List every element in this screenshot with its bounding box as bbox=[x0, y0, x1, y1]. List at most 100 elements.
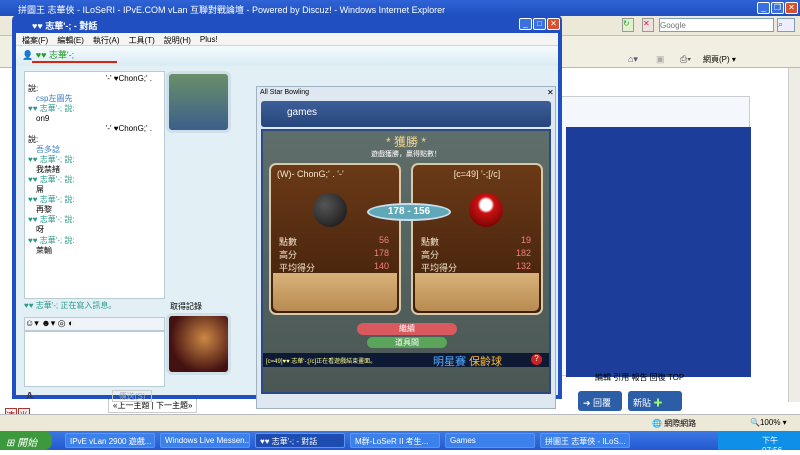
chat-message: on9 bbox=[36, 114, 50, 124]
reply-button[interactable]: ➔ 回覆 bbox=[578, 391, 622, 411]
close-game-icon[interactable]: ✕ bbox=[547, 88, 554, 97]
post-actions[interactable]: 編輯 引用 報告 回復 TOP bbox=[595, 372, 684, 383]
zoom-control[interactable]: 🔍100% ▾ bbox=[750, 418, 787, 427]
stat-value: 182 bbox=[515, 248, 531, 258]
page-scrollbar[interactable] bbox=[788, 68, 800, 402]
menu-file[interactable]: 檔案(F) bbox=[22, 35, 48, 45]
taskbar-item-active[interactable]: ♥♥ 志華'-; - 對話 bbox=[255, 433, 345, 448]
start-button[interactable]: ⊞ 開始 bbox=[0, 431, 52, 450]
chat-message: 吾多諗 bbox=[36, 144, 60, 154]
player-name: [c=49] '-;[/c] bbox=[453, 169, 501, 179]
feeds-icon[interactable]: ▣ bbox=[656, 54, 665, 65]
games-label: games bbox=[287, 107, 318, 118]
chat-message: 我禁緒 bbox=[36, 164, 60, 174]
game-panel: All Star Bowling ✕ games * 獲勝 * 遊戲獲勝，贏得點… bbox=[256, 86, 556, 409]
avatar-label: 取得記錄 bbox=[170, 302, 202, 311]
chat-message: csp左圖先 bbox=[36, 94, 73, 104]
zone-label: 🌐 網際網路 bbox=[652, 419, 697, 428]
chat-sender: '-' ♥ChonG;' . bbox=[105, 124, 152, 134]
chat-message: 萊輸 bbox=[36, 245, 52, 255]
system-tray: 下午 07:56 bbox=[718, 431, 800, 455]
nudge-icon[interactable]: ◎ bbox=[58, 318, 66, 328]
trophy-shelf bbox=[273, 273, 397, 311]
game-status-bar: [c=49]♥♥ 志華'-;[/c]正在看遊戲結束畫面。 明星賽 保齡球 ? bbox=[263, 353, 549, 368]
bowling-ball-icon bbox=[313, 193, 347, 227]
msgr-close-button[interactable]: ✕ bbox=[547, 18, 560, 30]
post-image bbox=[560, 96, 751, 377]
menu-plus[interactable]: Plus! bbox=[200, 35, 218, 44]
contact-name: ♥♥ 志華'-; bbox=[35, 50, 75, 60]
redaction-line bbox=[32, 61, 117, 63]
chat-message: 再黎 bbox=[36, 205, 52, 215]
restore-button[interactable]: ❐ bbox=[771, 2, 784, 14]
msgr-maximize-button[interactable]: □ bbox=[533, 18, 546, 30]
embedded-screenshot bbox=[566, 127, 751, 377]
taskbar-item[interactable]: Games bbox=[445, 433, 535, 448]
emoticon-toolbar: ☺▾ ☻▾ ◎ ◐ bbox=[24, 317, 165, 331]
ie-title: 拼圖王 志華俠 - ILoSeRI - IPvE.COM vLan 互聯對戰論壇… bbox=[18, 5, 446, 15]
brand-logo-2: 保齡球 bbox=[469, 356, 502, 368]
page-menu[interactable]: 網頁(P) ▾ bbox=[703, 54, 736, 65]
refresh-button[interactable]: ↻ bbox=[622, 18, 634, 32]
stat-value: 178 bbox=[373, 248, 389, 258]
heart-ball-icon bbox=[469, 193, 503, 227]
result-title: * 獲勝 * bbox=[385, 135, 426, 149]
trophy-shelf bbox=[415, 273, 539, 311]
print-icon[interactable]: ⎙▾ bbox=[680, 54, 691, 65]
my-avatar[interactable] bbox=[166, 313, 231, 375]
zoom-level: 100% bbox=[759, 418, 781, 427]
chat-sender: ♥♥ 志華'-; 說: bbox=[28, 104, 75, 114]
contact-avatar[interactable] bbox=[166, 71, 231, 133]
new-post-label: 新貼 bbox=[633, 398, 652, 408]
stat-label: 高分 bbox=[279, 250, 298, 260]
chat-sender: ♥♥ 志華'-; 說: bbox=[28, 174, 75, 184]
result-subtitle: 遊戲獲勝，贏得點數！ bbox=[371, 151, 441, 158]
send-button[interactable]: 傳送(S) bbox=[112, 390, 152, 402]
search-icon[interactable]: ⌕ bbox=[777, 18, 795, 32]
contact-header: 👤 ♥♥ 志華'-; bbox=[16, 46, 558, 66]
chat-message: 屌 bbox=[36, 185, 44, 195]
msgr-minimize-button[interactable]: _ bbox=[519, 18, 532, 30]
stop-button[interactable]: ✕ bbox=[642, 18, 654, 32]
chat-sender: 說: bbox=[28, 134, 39, 144]
bowling-result-screen: * 獲勝 * 遊戲獲勝，贏得點數！ (W)- ChonG;' . '-' 點數 5… bbox=[261, 129, 551, 394]
shop-button[interactable]: 道具間 bbox=[367, 337, 447, 348]
brand-logo: 明星賽 bbox=[433, 356, 466, 368]
stat-label: 高分 bbox=[421, 250, 440, 260]
chat-history[interactable]: '-' ♥ChonG;' . 說: csp左圖先 ♥♥ 志華'-; 說: on9 '-' … bbox=[24, 71, 165, 299]
message-input[interactable] bbox=[24, 331, 165, 387]
minimize-button[interactable]: _ bbox=[757, 2, 770, 14]
help-icon[interactable]: ? bbox=[531, 354, 542, 365]
home-icon[interactable]: ⌂▾ bbox=[628, 54, 638, 65]
menu-tools[interactable]: 工具(T) bbox=[129, 35, 155, 45]
menu-bar: 檔案(F) 編輯(E) 執行(A) 工具(T) 說明(H) Plus! bbox=[16, 33, 558, 46]
chat-sender: ♥♥ 志華'-; 說: bbox=[28, 154, 75, 164]
voice-clip-icon[interactable]: ◐ bbox=[68, 318, 73, 328]
smile-icon[interactable]: ☺▾ bbox=[25, 318, 39, 328]
player-card-right: [c=49] '-;[/c] 點數 19 高分 182 平均得分 132 bbox=[411, 163, 543, 315]
font-icon[interactable]: A bbox=[26, 391, 33, 402]
wink-icon[interactable]: ☻▾ bbox=[41, 318, 55, 328]
player-card-left: (W)- ChonG;' . '-' 點數 56 高分 178 平均得分 140 bbox=[269, 163, 401, 315]
menu-edit[interactable]: 編輯(E) bbox=[57, 35, 84, 45]
close-button[interactable]: ✕ bbox=[785, 2, 798, 14]
new-post-button[interactable]: 新貼 ✚ bbox=[628, 391, 682, 411]
chat-sender: '-' ♥ChonG;' . bbox=[105, 74, 152, 83]
ie-title-bar: 拼圖王 志華俠 - ILoSeRI - IPvE.COM vLan 互聯對戰論壇… bbox=[0, 0, 800, 16]
taskbar-item[interactable]: IPvE vLan 2900 遊戲... bbox=[65, 433, 155, 448]
continue-button[interactable]: 繼續 bbox=[357, 323, 457, 335]
reply-label: 回覆 bbox=[593, 398, 612, 408]
menu-actions[interactable]: 執行(A) bbox=[93, 35, 120, 45]
menu-help[interactable]: 說明(H) bbox=[164, 35, 191, 45]
taskbar-item[interactable]: 拼圖王 志華俠 - ILoS... bbox=[540, 433, 630, 448]
search-input[interactable] bbox=[659, 18, 774, 32]
chat-sender: 說: bbox=[28, 84, 39, 94]
zone-text: 網際網路 bbox=[664, 419, 697, 428]
stat-value: 56 bbox=[378, 235, 389, 245]
taskbar: ⊞ 開始 IPvE vLan 2900 遊戲... Windows Live M… bbox=[0, 431, 800, 455]
chat-sender: ♥♥ 志華'-; 說: bbox=[28, 235, 75, 245]
taskbar-item[interactable]: M群-LoSeR II 考生... bbox=[350, 433, 440, 448]
clock[interactable]: 下午 07:56 bbox=[762, 436, 782, 455]
chat-message: 呀 bbox=[36, 225, 44, 235]
taskbar-item[interactable]: Windows Live Messen... bbox=[160, 433, 250, 448]
